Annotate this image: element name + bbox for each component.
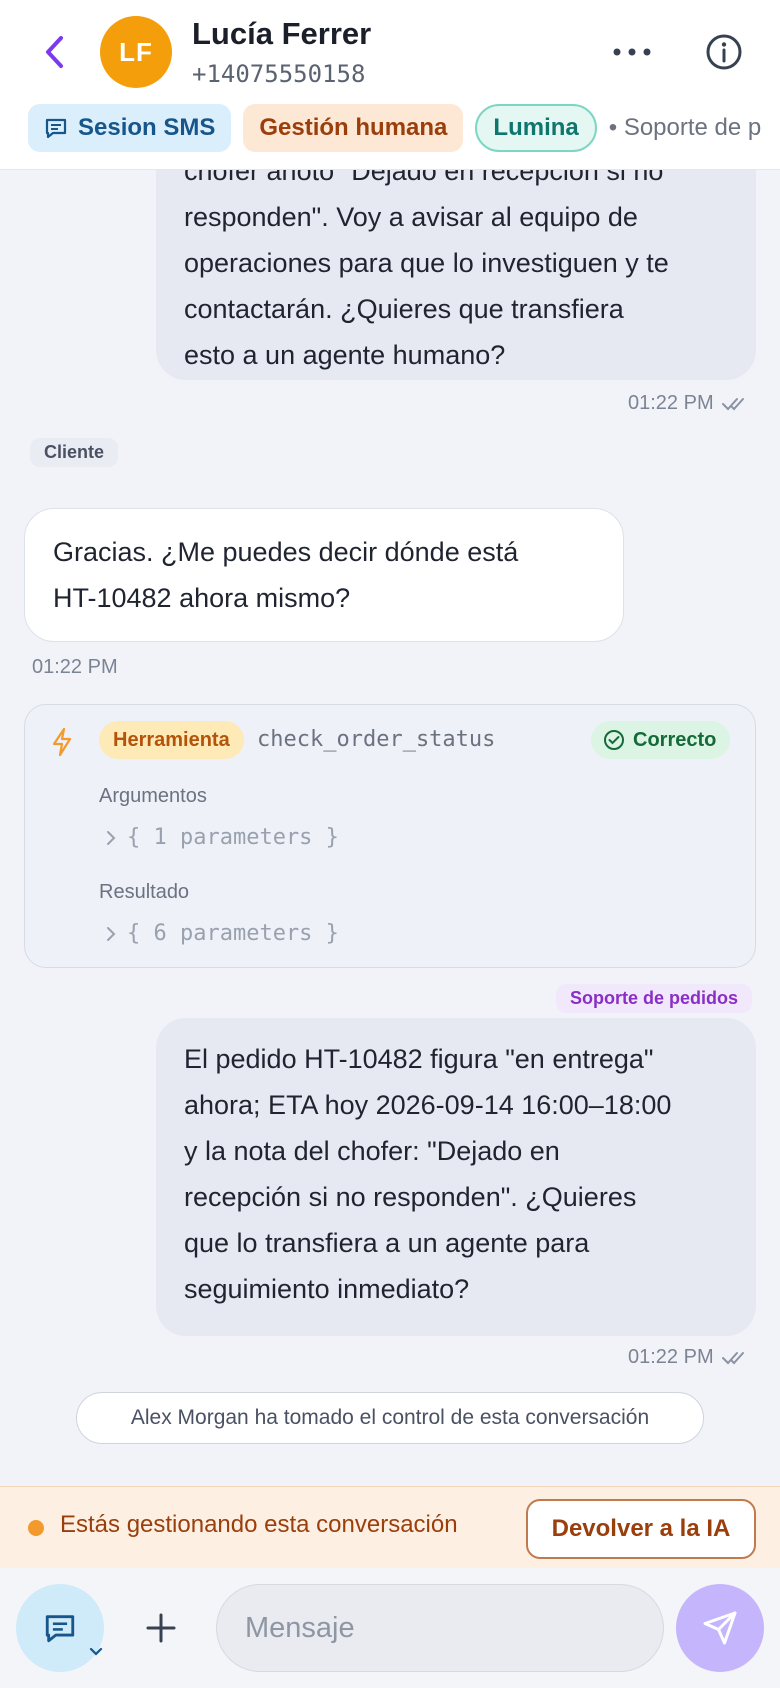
tool-args-toggle[interactable]: { 1 parameters } (105, 825, 339, 850)
conversation-tags: Sesion SMS Gestión humana Lumina • Sopor… (28, 104, 761, 152)
lightning-icon (52, 727, 72, 757)
timestamp-text: 01:22 PM (628, 1346, 714, 1368)
tag-human-handling[interactable]: Gestión humana (243, 104, 464, 152)
message-line: esto a un agente humano? (184, 340, 506, 370)
message-line: recepción si no responden". ¿Quieres (184, 1182, 637, 1212)
tool-result-toggle[interactable]: { 6 parameters } (105, 921, 339, 946)
tool-status-badge: Correcto (591, 721, 731, 759)
message-bubble-incoming: Gracias. ¿Me puedes decir dónde está HT-… (24, 508, 624, 642)
chevron-right-icon (107, 830, 116, 845)
tool-call-card: Herramienta check_order_status Correcto … (24, 704, 756, 968)
send-button[interactable] (676, 1584, 764, 1672)
message-input[interactable] (216, 1584, 664, 1672)
contact-phone: +14075550158 (192, 60, 366, 88)
chevron-down-icon (89, 1647, 103, 1656)
channel-mode-button[interactable] (16, 1584, 104, 1672)
check-circle-icon (604, 730, 624, 750)
message-line: responden". Voy a avisar al equipo de (184, 202, 638, 232)
info-button[interactable] (700, 30, 748, 74)
info-icon (706, 34, 742, 70)
chevron-right-icon (107, 926, 116, 941)
tag-queue-overflow: • Soporte de p (608, 114, 762, 141)
human-handoff-banner: Estás gestionando esta conversación Devo… (0, 1486, 780, 1568)
tag-agent-lumina[interactable]: Lumina (475, 104, 597, 152)
status-dot (28, 1520, 44, 1536)
message-timestamp: 01:22 PM (628, 392, 748, 415)
tool-result-label: Resultado (99, 881, 190, 903)
more-horizontal-icon (613, 48, 651, 56)
tool-args-value: { 1 parameters } (127, 825, 339, 850)
message-line: contactarán. ¿Quieres que transfiera (184, 294, 624, 324)
message-list[interactable]: chofer anotó "Dejado en recepción si no … (0, 170, 780, 1486)
return-to-ai-button[interactable]: Devolver a la IA (526, 1499, 756, 1559)
message-square-icon (45, 118, 67, 139)
role-chip-support: Soporte de pedidos (556, 984, 753, 1013)
tag-sms-label: Sesion SMS (78, 114, 216, 141)
message-line: operaciones para que lo investiguen y te (184, 248, 669, 278)
message-timestamp: 01:22 PM (32, 656, 118, 679)
add-attachment-button[interactable] (136, 1596, 186, 1660)
plus-icon (146, 1613, 176, 1643)
message-line: y la nota del chofer: "Dejado en (184, 1136, 560, 1166)
tool-function-name: check_order_status (257, 727, 496, 752)
message-line: HT-10482 ahora mismo? (53, 583, 351, 613)
role-chip-client: Cliente (30, 438, 119, 467)
conversation-header: LF Lucía Ferrer +14075550158 Sesion SMS … (0, 0, 780, 170)
double-check-icon (721, 397, 744, 410)
tag-human-label: Gestión humana (259, 114, 448, 141)
message-line: chofer anotó "Dejado en recepción si no (184, 170, 664, 186)
message-line: Gracias. ¿Me puedes decir dónde está (53, 537, 519, 567)
contact-name: Lucía Ferrer (192, 16, 372, 51)
more-options-button[interactable] (606, 30, 658, 74)
message-line: ahora; ETA hoy 2026-09-14 16:00–18:00 (184, 1090, 672, 1120)
timestamp-text: 01:22 PM (32, 656, 118, 678)
tag-agent-label: Lumina (493, 114, 579, 141)
send-icon (703, 1611, 737, 1645)
message-line: seguimiento inmediato? (184, 1274, 470, 1304)
double-check-icon (721, 1351, 744, 1364)
message-composer (0, 1568, 780, 1688)
avatar: LF (100, 16, 172, 88)
back-button[interactable] (36, 30, 72, 74)
handoff-status-text: Estás gestionando esta conversación (60, 1511, 458, 1538)
message-line: El pedido HT-10482 figura "en entrega" (184, 1044, 654, 1074)
tool-result-value: { 6 parameters } (127, 921, 339, 946)
tag-sms-session[interactable]: Sesion SMS (28, 104, 232, 152)
timestamp-text: 01:22 PM (628, 392, 714, 414)
message-bubble-outgoing: chofer anotó "Dejado en recepción si no … (156, 170, 756, 380)
message-line: que lo transfiera a un agente para (184, 1228, 590, 1258)
tool-badge: Herramienta (99, 721, 244, 759)
tool-status-label: Correcto (633, 728, 717, 751)
chevron-left-icon (46, 36, 63, 68)
message-timestamp: 01:22 PM (628, 1346, 748, 1369)
message-square-icon (45, 1615, 75, 1643)
tool-args-label: Argumentos (99, 785, 207, 807)
message-bubble-outgoing: El pedido HT-10482 figura "en entrega" a… (156, 1018, 756, 1336)
system-takeover-note: Alex Morgan ha tomado el control de esta… (76, 1392, 704, 1444)
